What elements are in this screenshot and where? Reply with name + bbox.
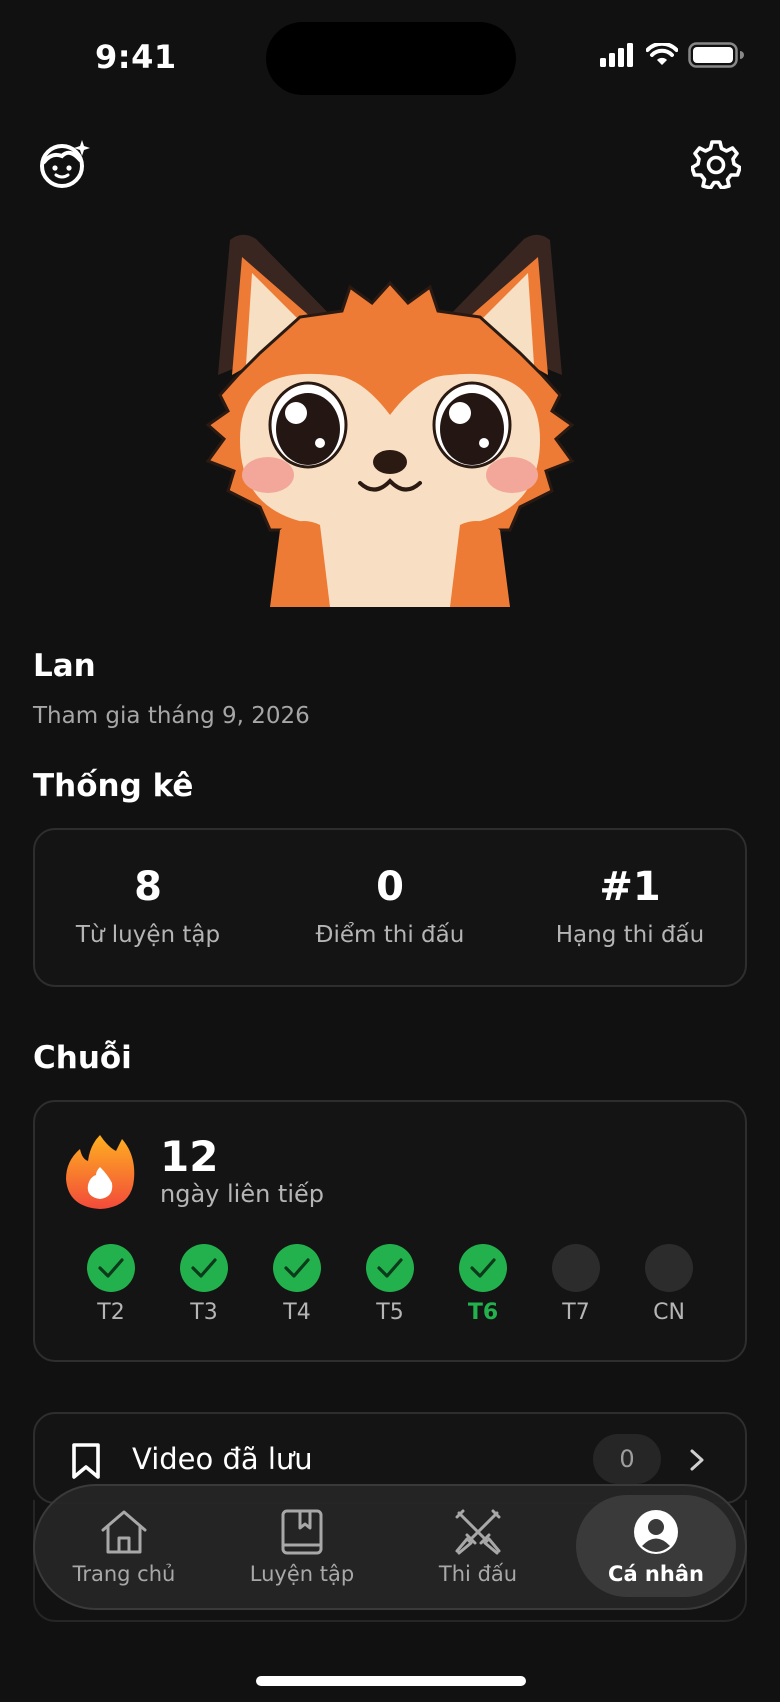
tab-label-active: Cá nhân xyxy=(608,1562,704,1586)
kid-avatar-sparkle-icon[interactable] xyxy=(34,134,94,194)
profile-name: Lan xyxy=(33,648,96,684)
stat-competition-points: 0 Điểm thi đấu xyxy=(275,830,505,985)
day-status-t4 xyxy=(273,1244,321,1292)
streak-count: 12 xyxy=(160,1132,219,1181)
saved-videos-count: 0 xyxy=(593,1434,661,1484)
tab-profile[interactable]: Cá nhân xyxy=(571,1486,741,1608)
day-status-t3 xyxy=(180,1244,228,1292)
dynamic-island xyxy=(266,22,516,95)
tab-label: Luyện tập xyxy=(249,1562,355,1586)
day-status-t7 xyxy=(552,1244,600,1292)
crossed-swords-icon xyxy=(455,1509,501,1555)
status-time: 9:41 xyxy=(95,38,177,76)
day-status-t5 xyxy=(366,1244,414,1292)
stat-practice-words: 8 Từ luyện tập xyxy=(43,830,253,985)
streak-section-title: Chuỗi xyxy=(33,1040,132,1076)
stat-value: #1 xyxy=(599,864,661,910)
stat-competition-rank: #1 Hạng thi đấu xyxy=(515,830,745,985)
tab-label: Thi đấu xyxy=(438,1562,518,1586)
day-label-today: T6 xyxy=(467,1300,499,1325)
stat-value: 8 xyxy=(134,864,162,910)
day-label: T7 xyxy=(562,1300,590,1325)
stat-value: 0 xyxy=(376,864,404,910)
day-label: T3 xyxy=(190,1300,218,1325)
checkmark-icon xyxy=(470,1258,496,1278)
day-label: T4 xyxy=(283,1300,311,1325)
stats-card: 8 Từ luyện tập 0 Điểm thi đấu #1 Hạng th… xyxy=(33,828,747,987)
checkmark-icon xyxy=(98,1258,124,1278)
tab-label: Trang chủ xyxy=(72,1562,176,1586)
home-indicator[interactable] xyxy=(256,1676,526,1686)
profile-joined-date: Tham gia tháng 9, 2026 xyxy=(33,703,310,729)
tab-practice[interactable]: Luyện tập xyxy=(217,1486,387,1608)
checkmark-icon xyxy=(191,1258,217,1278)
person-icon xyxy=(634,1510,678,1554)
checkmark-icon xyxy=(284,1258,310,1278)
streak-subtitle: ngày liên tiếp xyxy=(160,1180,325,1208)
fox-mascot-image xyxy=(205,234,575,607)
chevron-right-icon xyxy=(690,1449,704,1471)
gear-icon[interactable] xyxy=(686,134,746,194)
battery-icon xyxy=(688,42,744,68)
cellular-signal-icon xyxy=(600,43,633,67)
tab-compete[interactable]: Thi đấu xyxy=(393,1486,563,1608)
wifi-icon xyxy=(646,43,678,65)
home-icon xyxy=(101,1510,147,1554)
day-label: T2 xyxy=(97,1300,125,1325)
status-icons xyxy=(600,42,744,68)
flame-icon xyxy=(66,1135,135,1209)
stat-label: Hạng thi đấu xyxy=(555,922,705,948)
day-status-cn xyxy=(645,1244,693,1292)
day-label: CN xyxy=(653,1300,685,1325)
day-label: T5 xyxy=(376,1300,404,1325)
stat-label: Từ luyện tập xyxy=(75,922,221,948)
day-status-t2 xyxy=(87,1244,135,1292)
stats-section-title: Thống kê xyxy=(33,768,194,804)
tab-home[interactable]: Trang chủ xyxy=(39,1486,209,1608)
book-icon xyxy=(281,1509,323,1555)
bookmark-icon xyxy=(72,1443,100,1479)
day-status-t6 xyxy=(459,1244,507,1292)
checkmark-icon xyxy=(377,1258,403,1278)
stat-label: Điểm thi đấu xyxy=(315,922,465,948)
saved-videos-label: Video đã lưu xyxy=(132,1442,313,1476)
